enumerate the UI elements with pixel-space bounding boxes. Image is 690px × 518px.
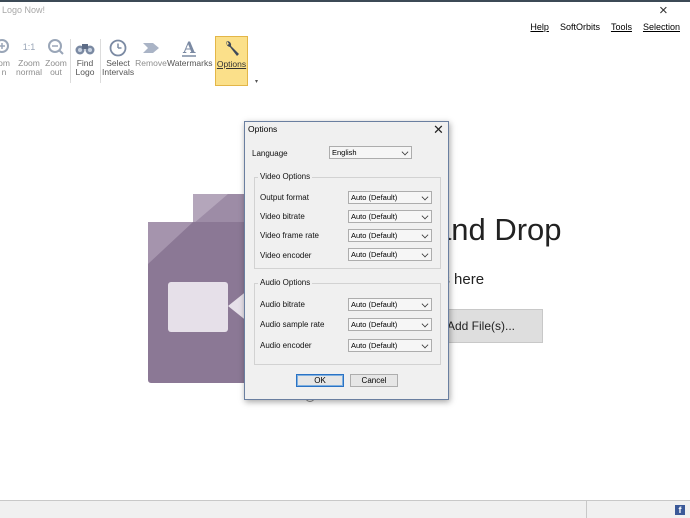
dialog-close-icon[interactable]: ✕: [433, 122, 444, 138]
audio-encoder-label: Audio encoder: [260, 341, 312, 350]
options-label: Options: [216, 59, 247, 69]
video-frame-rate-label: Video frame rate: [260, 231, 319, 240]
zoom-out-label-2: out: [50, 67, 62, 77]
video-encoder-label: Video encoder: [260, 251, 312, 260]
remove-button[interactable]: Remove: [135, 36, 167, 86]
language-label: Language: [252, 149, 288, 158]
zoom-normal-button[interactable]: 1:1 Zoom normal: [16, 36, 42, 86]
watermarks-button[interactable]: A Watermarks: [167, 36, 213, 86]
audio-bitrate-select[interactable]: Auto (Default): [348, 298, 432, 311]
language-select[interactable]: English: [329, 146, 412, 159]
binoculars-icon: [72, 36, 98, 59]
video-frame-rate-value: Auto (Default): [351, 231, 398, 240]
zoom-in-label-2: n: [1, 67, 7, 77]
toolbar-separator: [100, 39, 101, 83]
status-divider: [586, 501, 587, 518]
select-intervals-label-2: Intervals: [102, 67, 135, 77]
chevron-down-icon: [401, 148, 409, 156]
zoom-normal-label-2: normal: [16, 67, 42, 77]
audio-options-title: Audio Options: [258, 278, 313, 287]
video-file-icon: [148, 194, 258, 383]
window-top-border: [0, 0, 690, 2]
audio-sample-rate-select[interactable]: Auto (Default): [348, 318, 432, 331]
audio-sample-rate-label: Audio sample rate: [260, 320, 325, 329]
output-format-label: Output format: [260, 193, 309, 202]
options-button[interactable]: Options: [215, 36, 248, 86]
video-encoder-select[interactable]: Auto (Default): [348, 248, 432, 261]
audio-encoder-select[interactable]: Auto (Default): [348, 339, 432, 352]
find-logo-label-2: Logo: [75, 67, 95, 77]
add-files-button[interactable]: Add File(s)...: [440, 309, 543, 343]
remove-label: Remove: [135, 58, 167, 68]
select-intervals-button[interactable]: Select Intervals: [102, 36, 134, 86]
language-value: English: [332, 148, 357, 157]
menu-tools[interactable]: Tools: [611, 22, 632, 32]
text-a-icon: A: [167, 36, 211, 59]
ok-button[interactable]: OK: [296, 374, 344, 387]
chevron-down-icon: [421, 341, 429, 349]
clock-icon: [102, 36, 134, 59]
options-dialog: Options ✕ Language English Video Options…: [244, 121, 449, 400]
video-options-title: Video Options: [258, 172, 313, 181]
wrench-icon: [216, 37, 247, 60]
video-bitrate-select[interactable]: Auto (Default): [348, 210, 432, 223]
chevron-down-icon: [421, 300, 429, 308]
zoom-in-icon: [0, 36, 14, 59]
chevron-down-icon: [421, 231, 429, 239]
find-logo-button[interactable]: Find Logo: [72, 36, 98, 86]
svg-text:A: A: [182, 39, 196, 57]
zoom-normal-icon: 1:1: [22, 42, 36, 52]
toolbar-separator: [70, 39, 71, 83]
cancel-button[interactable]: Cancel: [350, 374, 398, 387]
toolbar-overflow-icon[interactable]: ▾: [255, 78, 258, 85]
menu-help[interactable]: Help: [530, 22, 549, 32]
app-title: Logo Now!: [2, 5, 46, 15]
video-bitrate-label: Video bitrate: [260, 212, 305, 221]
watermarks-label: Watermarks: [167, 58, 213, 68]
output-format-value: Auto (Default): [351, 193, 398, 202]
audio-bitrate-label: Audio bitrate: [260, 300, 305, 309]
chevron-down-icon: [421, 193, 429, 201]
status-bar: f: [0, 500, 690, 518]
audio-sample-rate-value: Auto (Default): [351, 320, 398, 329]
video-encoder-value: Auto (Default): [351, 250, 398, 259]
window-close-icon[interactable]: ×: [659, 3, 668, 18]
audio-bitrate-value: Auto (Default): [351, 300, 398, 309]
zoom-out-icon: [43, 36, 69, 59]
menu-bar: Help SoftOrbits Tools Selection: [530, 22, 680, 32]
zoom-in-button[interactable]: om n: [0, 36, 14, 86]
dialog-title: Options: [248, 124, 278, 134]
chevron-down-icon: [421, 320, 429, 328]
toolbar: om n 1:1 Zoom normal Zoom out Find Logo …: [0, 36, 262, 86]
audio-encoder-value: Auto (Default): [351, 341, 398, 350]
chevron-down-icon: [421, 212, 429, 220]
zoom-out-button[interactable]: Zoom out: [43, 36, 69, 86]
forward-arrow-icon: [135, 36, 167, 59]
output-format-select[interactable]: Auto (Default): [348, 191, 432, 204]
video-bitrate-value: Auto (Default): [351, 212, 398, 221]
menu-softorbits[interactable]: SoftOrbits: [560, 22, 600, 32]
chevron-down-icon: [421, 250, 429, 258]
facebook-icon[interactable]: f: [675, 505, 685, 515]
drag-drop-title: and Drop: [434, 212, 562, 247]
menu-selection[interactable]: Selection: [643, 22, 680, 32]
video-frame-rate-select[interactable]: Auto (Default): [348, 229, 432, 242]
